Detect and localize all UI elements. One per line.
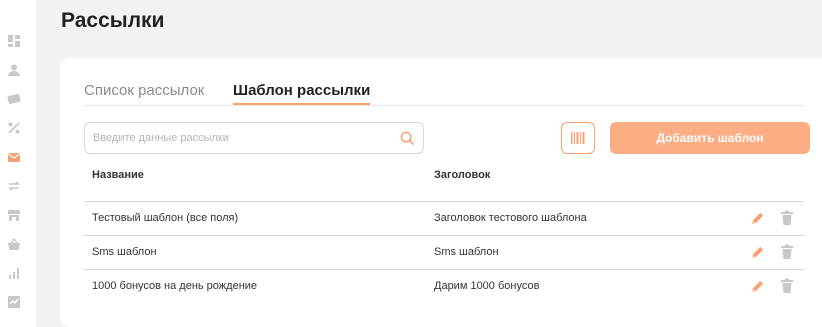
card-icon[interactable] — [7, 92, 21, 106]
edit-icon[interactable] — [750, 211, 765, 226]
barcode-icon — [571, 132, 585, 144]
tab-mailing-template[interactable]: Шаблон рассылки — [233, 82, 371, 105]
cell-name: Sms шаблон — [92, 246, 157, 258]
delete-icon[interactable] — [780, 210, 794, 226]
search-icon[interactable] — [400, 131, 415, 146]
edit-icon[interactable] — [750, 245, 765, 260]
edit-icon[interactable] — [750, 279, 765, 294]
cell-subject: Sms шаблон — [434, 246, 499, 258]
cell-name: 1000 бонусов на день рождение — [92, 280, 258, 292]
stats-icon[interactable] — [7, 266, 21, 280]
dashboard-icon[interactable] — [7, 34, 21, 48]
add-template-button[interactable]: Добавить шаблон — [610, 122, 810, 154]
delete-icon[interactable] — [780, 278, 794, 294]
tab-mailing-list[interactable]: Список рассылок — [84, 82, 204, 103]
cell-name: Тестовый шаблон (все поля) — [92, 212, 239, 224]
column-header-subject: Заголовок — [434, 169, 491, 181]
percent-icon[interactable] — [7, 121, 21, 135]
barcode-button[interactable] — [561, 122, 595, 154]
delete-icon[interactable] — [780, 244, 794, 260]
search-input[interactable] — [93, 129, 393, 147]
mail-icon[interactable] — [7, 150, 21, 164]
cell-subject: Дарим 1000 бонусов — [434, 280, 540, 292]
search-box — [84, 122, 424, 154]
store-icon[interactable] — [7, 208, 21, 222]
check-chart-icon[interactable] — [7, 295, 21, 309]
basket-icon[interactable] — [7, 237, 21, 251]
main-card: Список рассылок Шаблон рассылки Добавить… — [60, 58, 822, 327]
cell-subject: Заголовок тестового шаблона — [434, 212, 587, 224]
tabs-divider — [84, 105, 804, 106]
exchange-icon[interactable] — [7, 179, 21, 193]
table-row[interactable]: 1000 бонусов на день рождение Дарим 1000… — [84, 269, 804, 303]
page-title: Рассылки — [61, 9, 165, 32]
table-row[interactable]: Sms шаблон Sms шаблон — [84, 235, 804, 269]
user-icon[interactable] — [7, 63, 21, 77]
table-row[interactable]: Тестовый шаблон (все поля) Заголовок тес… — [84, 201, 804, 235]
sidebar — [0, 0, 36, 327]
column-header-name: Название — [92, 169, 144, 181]
